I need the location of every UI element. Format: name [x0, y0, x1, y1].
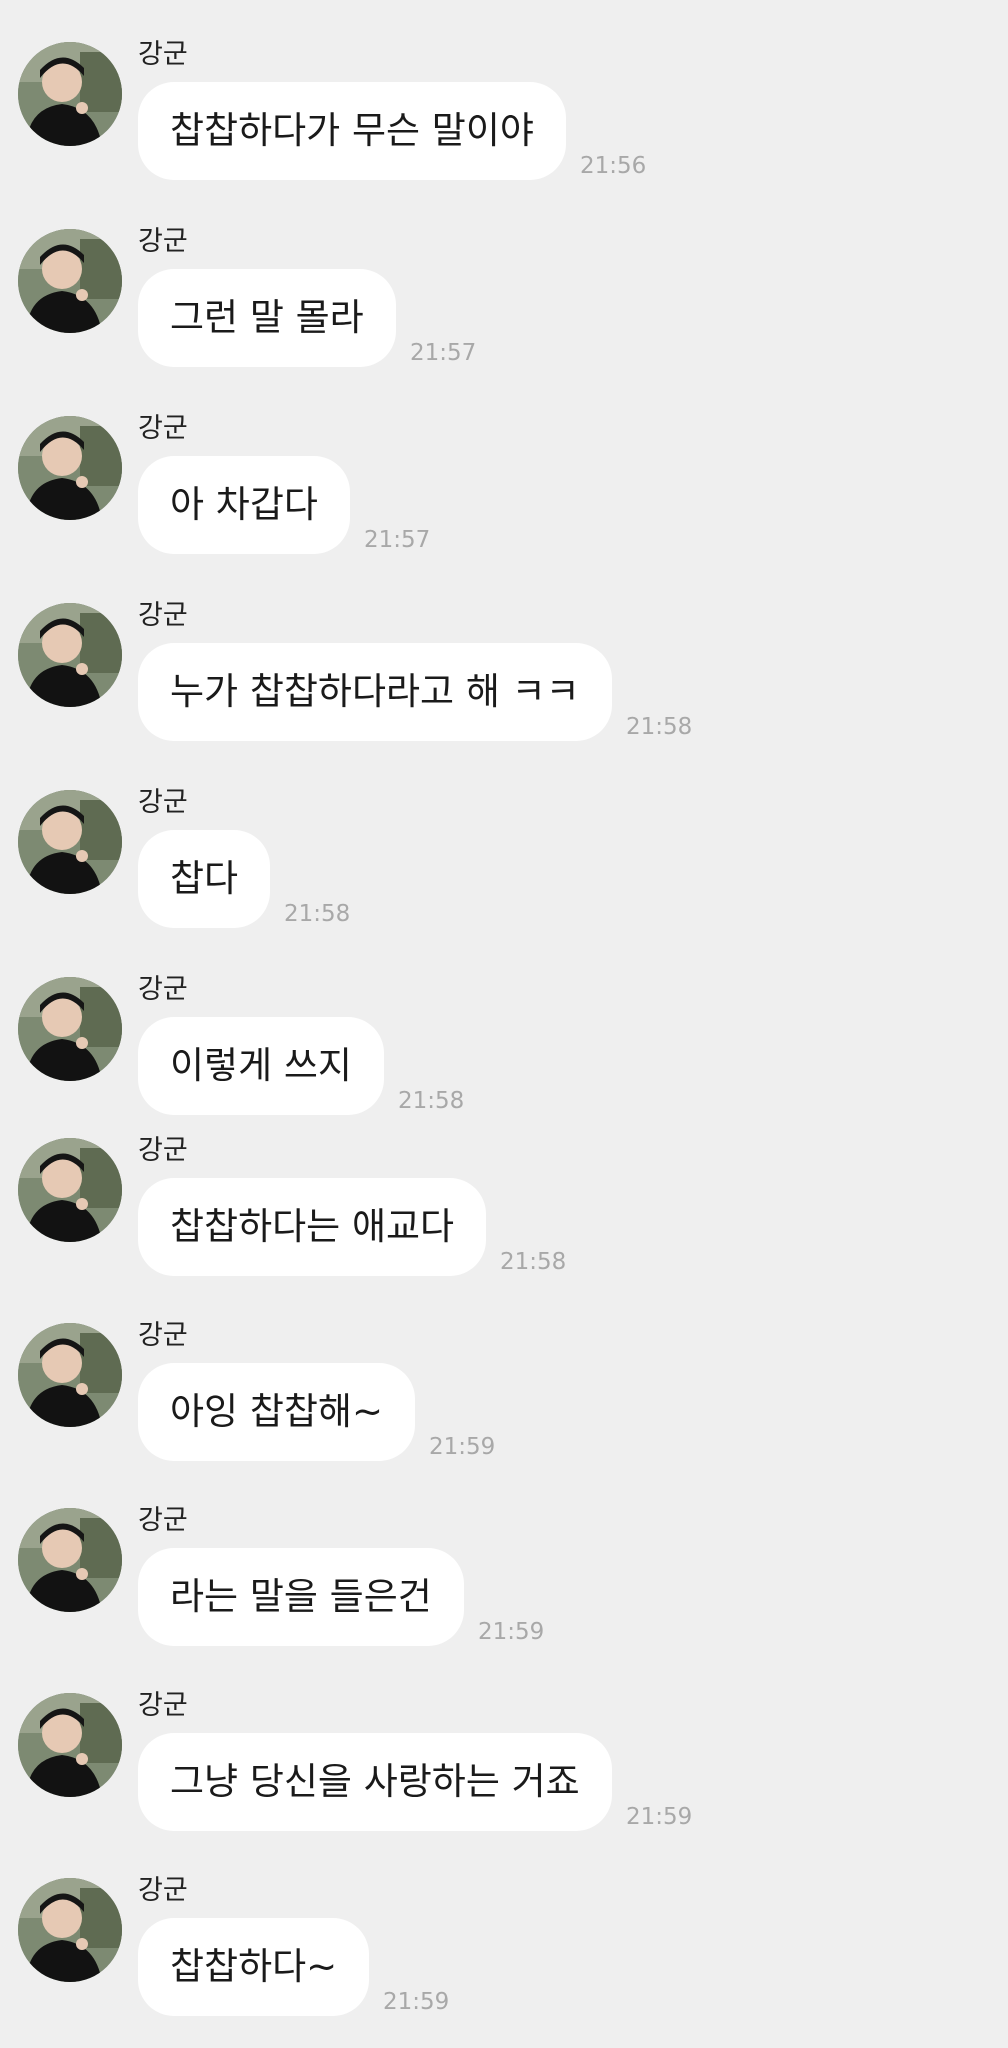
- message-row: 강군 그런 말 몰라 21:57: [0, 225, 1008, 395]
- message-time: 21:58: [626, 714, 693, 740]
- profile-photo-icon: [18, 229, 122, 333]
- message-bubble[interactable]: 찹다: [138, 830, 271, 928]
- message-row: 강군 누가 찹찹하다라고 해 ㅋㅋ 21:58: [0, 599, 1008, 769]
- sender-name: 강군: [138, 39, 188, 70]
- message-time: 21:58: [398, 1088, 465, 1114]
- sender-name: 강군: [138, 226, 188, 257]
- message-time: 21:59: [626, 1804, 693, 1830]
- profile-photo-icon: [18, 42, 122, 146]
- sender-avatar[interactable]: [18, 1508, 122, 1612]
- profile-photo-icon: [18, 1323, 122, 1427]
- sender-avatar[interactable]: [18, 1693, 122, 1797]
- message-bubble[interactable]: 찹찹하다가 무슨 말이야: [138, 82, 566, 180]
- profile-photo-icon: [18, 1878, 122, 1982]
- message-bubble[interactable]: 아 차갑다: [138, 456, 350, 554]
- profile-photo-icon: [18, 790, 122, 894]
- sender-avatar[interactable]: [18, 1138, 122, 1242]
- message-row: 강군 아잉 찹찹해~ 21:59: [0, 1319, 1008, 1489]
- message-row: 강군 찹찹하다~ 21:59: [0, 1874, 1008, 2044]
- sender-name: 강군: [138, 413, 188, 444]
- message-time: 21:59: [383, 1989, 450, 2015]
- sender-name: 강군: [138, 1320, 188, 1351]
- message-bubble[interactable]: 찹찹하다~: [138, 1918, 370, 2016]
- message-row: 강군 아 차갑다 21:57: [0, 412, 1008, 582]
- message-bubble[interactable]: 이렇게 쓰지: [138, 1017, 384, 1115]
- message-time: 21:58: [500, 1249, 567, 1275]
- profile-photo-icon: [18, 1138, 122, 1242]
- sender-avatar[interactable]: [18, 42, 122, 146]
- message-row: 강군 라는 말을 들은건 21:59: [0, 1504, 1008, 1674]
- message-bubble[interactable]: 찹찹하다는 애교다: [138, 1178, 487, 1276]
- message-time: 21:57: [364, 527, 431, 553]
- message-row: 강군 이렇게 쓰지 21:58: [0, 973, 1008, 1143]
- profile-photo-icon: [18, 1508, 122, 1612]
- sender-name: 강군: [138, 1875, 188, 1906]
- profile-photo-icon: [18, 977, 122, 1081]
- chat-message-list[interactable]: 강군 찹찹하다가 무슨 말이야 21:56 강군 그런 말 몰라 21:57 강…: [0, 0, 1008, 2048]
- message-row: 강군 찹다 21:58: [0, 786, 1008, 956]
- sender-name: 강군: [138, 787, 188, 818]
- message-row: 강군 찹찹하다는 애교다 21:58: [0, 1134, 1008, 1304]
- message-time: 21:58: [284, 901, 351, 927]
- profile-photo-icon: [18, 416, 122, 520]
- message-bubble[interactable]: 그냥 당신을 사랑하는 거죠: [138, 1733, 612, 1831]
- message-bubble[interactable]: 누가 찹찹하다라고 해 ㅋㅋ: [138, 643, 612, 741]
- sender-avatar[interactable]: [18, 603, 122, 707]
- sender-avatar[interactable]: [18, 790, 122, 894]
- profile-photo-icon: [18, 603, 122, 707]
- sender-avatar[interactable]: [18, 416, 122, 520]
- sender-name: 강군: [138, 1505, 188, 1536]
- message-row: 강군 그냥 당신을 사랑하는 거죠 21:59: [0, 1689, 1008, 1859]
- message-bubble[interactable]: 라는 말을 들은건: [138, 1548, 464, 1646]
- message-time: 21:56: [580, 153, 647, 179]
- message-bubble[interactable]: 아잉 찹찹해~: [138, 1363, 415, 1461]
- sender-name: 강군: [138, 974, 188, 1005]
- sender-name: 강군: [138, 1690, 188, 1721]
- sender-avatar[interactable]: [18, 1878, 122, 1982]
- sender-name: 강군: [138, 600, 188, 631]
- message-row: 강군 찹찹하다가 무슨 말이야 21:56: [0, 38, 1008, 208]
- message-time: 21:59: [429, 1434, 496, 1460]
- message-time: 21:59: [478, 1619, 545, 1645]
- sender-name: 강군: [138, 1135, 188, 1166]
- profile-photo-icon: [18, 1693, 122, 1797]
- message-time: 21:57: [410, 340, 477, 366]
- message-bubble[interactable]: 그런 말 몰라: [138, 269, 396, 367]
- sender-avatar[interactable]: [18, 229, 122, 333]
- sender-avatar[interactable]: [18, 1323, 122, 1427]
- sender-avatar[interactable]: [18, 977, 122, 1081]
